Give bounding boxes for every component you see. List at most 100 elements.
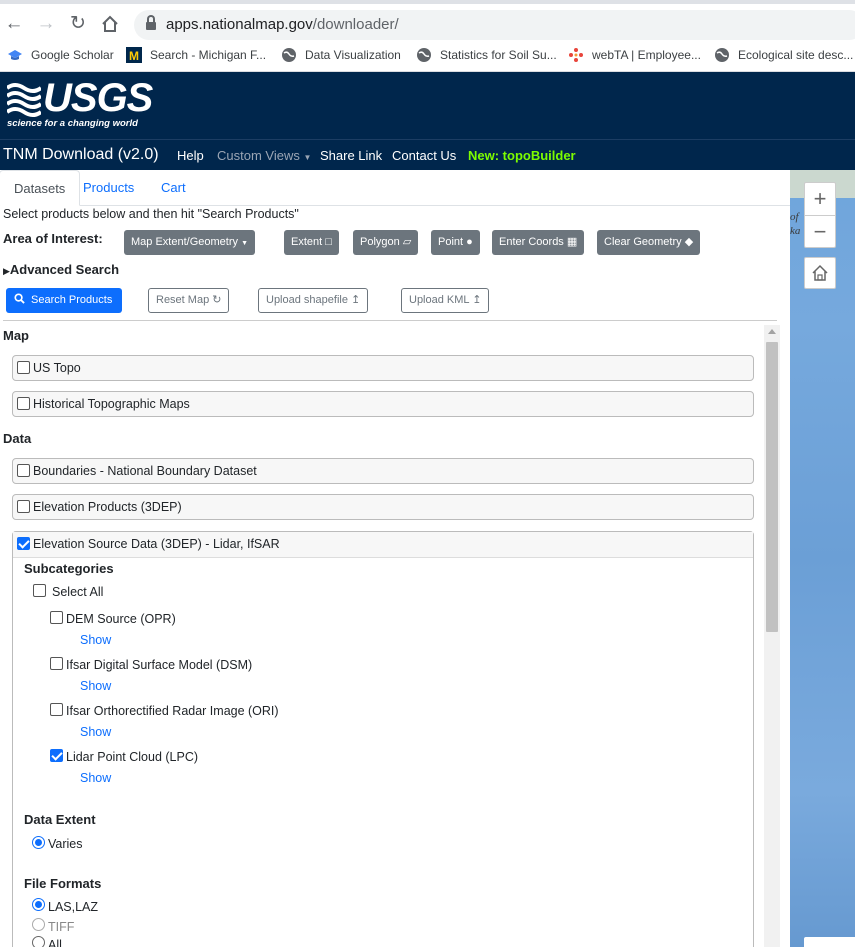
- radio-all[interactable]: [32, 936, 45, 947]
- upload-icon: ↥: [351, 294, 361, 306]
- section-map-title: Map: [3, 328, 29, 343]
- svg-text:M: M: [129, 49, 139, 63]
- site-header: USGS science for a changing world: [0, 72, 855, 139]
- usgs-tagline: science for a changing world: [7, 118, 138, 129]
- radio-label: All: [48, 938, 62, 947]
- bookmark-ecological-site[interactable]: Ecological site desc...: [714, 47, 853, 63]
- checkbox[interactable]: [17, 397, 30, 410]
- reload-icon[interactable]: ↻: [66, 12, 90, 36]
- map-view[interactable]: of ka + −: [790, 170, 855, 947]
- subcat-lidar-lpc-checkbox[interactable]: [50, 749, 63, 762]
- caret-down-icon: ▼: [241, 240, 248, 247]
- usgs-logo[interactable]: USGS science for a changing world: [7, 76, 153, 132]
- checkbox[interactable]: [17, 500, 30, 513]
- category-us-topo[interactable]: US Topo: [12, 355, 754, 381]
- checkbox-checked[interactable]: [17, 537, 30, 550]
- subcat-dem-source-checkbox[interactable]: [50, 611, 63, 624]
- nav-contact-us[interactable]: Contact Us: [392, 148, 456, 163]
- home-extent-button[interactable]: [804, 257, 836, 289]
- select-all-label: Select All: [52, 585, 104, 599]
- address-bar[interactable]: apps.nationalmap.gov/downloader/: [134, 10, 855, 40]
- nav-topobuilder[interactable]: New: topoBuilder: [468, 148, 576, 163]
- radio-label: TIFF: [48, 920, 75, 934]
- bookmark-data-visualization[interactable]: Data Visualization: [281, 47, 401, 63]
- back-arrow-icon[interactable]: ←: [2, 12, 26, 36]
- category-historical-topo[interactable]: Historical Topographic Maps: [12, 391, 754, 417]
- reset-map-button[interactable]: Reset Map ↻: [148, 288, 230, 313]
- tab-products[interactable]: Products: [69, 170, 148, 206]
- home-icon[interactable]: [98, 12, 122, 36]
- zoom-out-icon[interactable]: −: [805, 216, 835, 248]
- polygon-button[interactable]: Polygon ▱: [353, 230, 419, 255]
- usgs-logo-text: USGS: [43, 76, 153, 120]
- subcategories-title: Subcategories: [24, 561, 114, 576]
- app-title[interactable]: TNM Download (v2.0): [3, 146, 159, 164]
- category-header[interactable]: Elevation Source Data (3DEP) - Lidar, If…: [13, 532, 753, 558]
- bookmark-soil-statistics[interactable]: Statistics for Soil Su...: [416, 47, 557, 63]
- nav-help[interactable]: Help: [177, 148, 204, 163]
- scrollbar[interactable]: [764, 325, 780, 947]
- nav-custom-views[interactable]: Custom Views ▼: [217, 148, 311, 163]
- bookmark-michigan[interactable]: M Search - Michigan F...: [126, 47, 266, 63]
- select-all-checkbox[interactable]: [33, 584, 46, 597]
- upload-kml-button[interactable]: Upload KML ↥: [401, 288, 490, 313]
- map-attribution: [804, 937, 855, 947]
- upload-shapefile-button[interactable]: Upload shapefile ↥: [258, 288, 369, 313]
- radio-las-laz[interactable]: [32, 898, 45, 911]
- divider: [3, 320, 777, 321]
- extent-icon: □: [325, 236, 332, 248]
- show-link[interactable]: Show: [80, 771, 111, 785]
- category-elevation-products[interactable]: Elevation Products (3DEP): [12, 494, 754, 520]
- eraser-icon: ◆: [684, 236, 694, 248]
- globe-icon: [417, 48, 431, 62]
- section-data-title: Data: [3, 431, 32, 446]
- data-extent-title: Data Extent: [24, 812, 96, 827]
- checkbox[interactable]: [17, 464, 30, 477]
- polygon-icon: ▱: [402, 236, 412, 248]
- bookmark-webta[interactable]: webTA | Employee...: [568, 47, 701, 63]
- advanced-search-toggle[interactable]: ▶Advanced Search: [3, 262, 119, 277]
- instructions-text: Select products below and then hit "Sear…: [3, 207, 299, 221]
- checkbox[interactable]: [17, 361, 30, 374]
- usgs-waves-icon: [7, 83, 41, 117]
- zoom-in-icon[interactable]: +: [805, 183, 835, 215]
- app-navbar: TNM Download (v2.0) Help Custom Views ▼ …: [0, 139, 855, 170]
- dataset-panel: Datasets Products Cart Select products b…: [0, 170, 790, 947]
- category-boundaries[interactable]: Boundaries - National Boundary Dataset: [12, 458, 754, 484]
- tab-bar: Datasets Products Cart: [0, 170, 790, 206]
- caret-right-icon: ▶: [3, 266, 10, 276]
- subcat-label: DEM Source (OPR): [66, 612, 176, 626]
- subcat-label: Lidar Point Cloud (LPC): [66, 750, 199, 764]
- show-link[interactable]: Show: [80, 679, 111, 693]
- scrollbar-thumb[interactable]: [766, 342, 778, 632]
- map-extent-geometry-dropdown[interactable]: Map Extent/Geometry ▼: [124, 230, 255, 255]
- scroll-up-arrow-icon[interactable]: [768, 329, 776, 334]
- michigan-m-icon: M: [126, 47, 142, 63]
- browser-toolbar: ← → ↻ apps.nationalmap.gov/downloader/: [0, 0, 855, 42]
- url-text: apps.nationalmap.gov/downloader/: [166, 16, 399, 33]
- nav-share-link[interactable]: Share Link: [320, 148, 382, 163]
- globe-icon: [715, 48, 729, 62]
- show-link[interactable]: Show: [80, 633, 111, 647]
- subcat-ifsar-ori-checkbox[interactable]: [50, 703, 63, 716]
- forward-arrow-icon[interactable]: →: [34, 12, 58, 36]
- search-products-button[interactable]: Search Products: [6, 288, 122, 313]
- tab-cart[interactable]: Cart: [147, 170, 200, 206]
- globe-icon: [282, 48, 296, 62]
- dataset-list[interactable]: Map US Topo Historical Topographic Maps …: [0, 325, 780, 947]
- radio-label: LAS,LAZ: [48, 900, 99, 914]
- home-icon: [812, 264, 828, 281]
- enter-coords-button[interactable]: Enter Coords ▦: [492, 230, 585, 255]
- bookmark-google-scholar[interactable]: Google Scholar: [7, 47, 114, 63]
- lock-icon: [146, 15, 156, 31]
- radio-tiff[interactable]: [32, 918, 45, 931]
- caret-down-icon: ▼: [303, 153, 312, 162]
- extent-button[interactable]: Extent □: [284, 230, 339, 255]
- clear-geometry-button[interactable]: Clear Geometry ◆: [597, 230, 701, 255]
- radio-varies[interactable]: [32, 836, 45, 849]
- subcat-ifsar-dsm-checkbox[interactable]: [50, 657, 63, 670]
- subcat-label: Ifsar Orthorectified Radar Image (ORI): [66, 704, 279, 718]
- point-button[interactable]: Point ●: [431, 230, 480, 255]
- show-link[interactable]: Show: [80, 725, 111, 739]
- map-label: of ka: [790, 211, 801, 237]
